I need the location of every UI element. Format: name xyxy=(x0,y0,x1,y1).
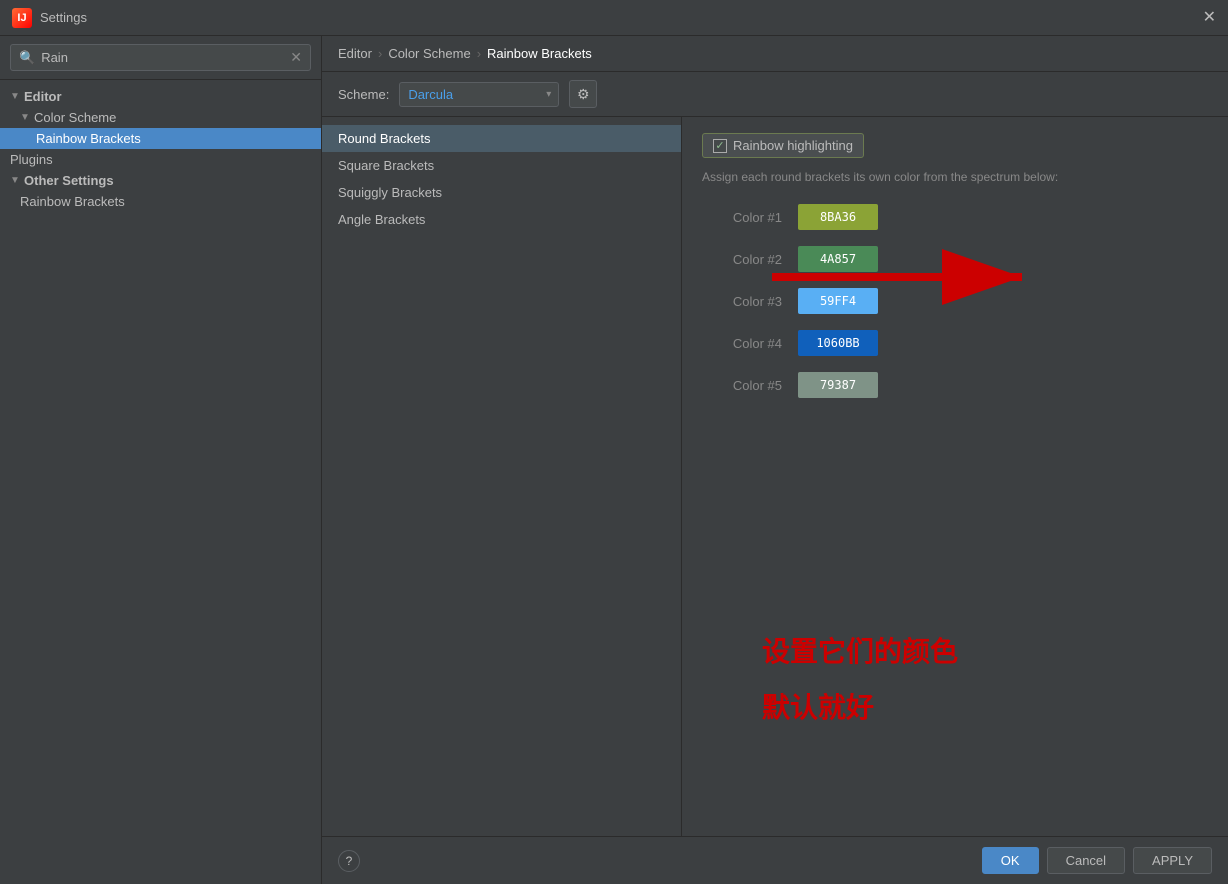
editor-label: Editor xyxy=(24,89,62,104)
color-2-swatch[interactable]: 4A857 xyxy=(798,246,878,272)
right-panel: Editor › Color Scheme › Rainbow Brackets… xyxy=(322,36,1228,884)
help-button[interactable]: ? xyxy=(338,850,360,872)
title-left: IJ Settings xyxy=(12,8,87,28)
bottom-left: ? xyxy=(338,850,360,872)
color-row-3: Color #3 59FF4 xyxy=(702,288,1208,314)
sidebar-item-other-rainbow-brackets[interactable]: Rainbow Brackets xyxy=(0,191,321,212)
sidebar-item-editor[interactable]: ▼ Editor xyxy=(0,86,321,107)
sidebar: 🔍 ✕ ▼ Editor ▼ Color Scheme Rainbow Brac… xyxy=(0,36,322,884)
color-4-label: Color #4 xyxy=(702,336,782,351)
breadcrumb-sep1: › xyxy=(378,46,382,61)
title-bar: IJ Settings ✕ xyxy=(0,0,1228,36)
rainbow-brackets-label: Rainbow Brackets xyxy=(36,131,141,146)
gear-button[interactable]: ⚙ xyxy=(569,80,597,108)
editor-arrow-icon: ▼ xyxy=(10,91,20,102)
other-settings-label: Other Settings xyxy=(24,173,114,188)
search-bar: 🔍 ✕ xyxy=(0,36,321,80)
search-wrapper[interactable]: 🔍 ✕ xyxy=(10,44,311,71)
assign-text: Assign each round brackets its own color… xyxy=(702,170,1208,184)
color-row-5: Color #5 79387 xyxy=(702,372,1208,398)
breadcrumb-color-scheme: Color Scheme xyxy=(388,46,470,61)
bottom-bar: ? OK Cancel APPLY xyxy=(322,836,1228,884)
color-row-2: Color #2 4A857 xyxy=(702,246,1208,272)
sidebar-item-color-scheme[interactable]: ▼ Color Scheme xyxy=(0,107,321,128)
color-scheme-arrow-icon: ▼ xyxy=(20,112,30,123)
color-1-label: Color #1 xyxy=(702,210,782,225)
color-5-swatch[interactable]: 79387 xyxy=(798,372,878,398)
search-icon: 🔍 xyxy=(19,50,35,66)
scheme-label: Scheme: xyxy=(338,87,389,102)
annotation-center: 设置它们的颜色默认就好 xyxy=(762,624,958,736)
bottom-right: OK Cancel APPLY xyxy=(982,847,1212,874)
breadcrumb-rainbow-brackets: Rainbow Brackets xyxy=(487,46,592,61)
search-input[interactable] xyxy=(41,50,284,65)
app-icon: IJ xyxy=(12,8,32,28)
main-content: 🔍 ✕ ▼ Editor ▼ Color Scheme Rainbow Brac… xyxy=(0,36,1228,884)
bracket-item-squiggly[interactable]: Squiggly Brackets xyxy=(322,179,681,206)
scheme-select-wrapper[interactable]: Darcula Default High contrast ▾ xyxy=(399,82,559,107)
breadcrumb-editor: Editor xyxy=(338,46,372,61)
panel-body: Round Brackets Square Brackets Squiggly … xyxy=(322,117,1228,836)
settings-panel: ✓ Rainbow highlighting Assign each round… xyxy=(682,117,1228,836)
close-button[interactable]: ✕ xyxy=(1203,10,1216,26)
sidebar-item-other-settings[interactable]: ▼ Other Settings xyxy=(0,170,321,191)
tree: ▼ Editor ▼ Color Scheme Rainbow Brackets… xyxy=(0,80,321,884)
color-1-swatch[interactable]: 8BA36 xyxy=(798,204,878,230)
cancel-button[interactable]: Cancel xyxy=(1047,847,1125,874)
bracket-item-square[interactable]: Square Brackets xyxy=(322,152,681,179)
sidebar-item-rainbow-brackets[interactable]: Rainbow Brackets xyxy=(0,128,321,149)
color-scheme-label: Color Scheme xyxy=(34,110,116,125)
color-2-label: Color #2 xyxy=(702,252,782,267)
color-rows: Color #1 8BA36 Color #2 4A857 Color #3 5… xyxy=(702,204,1208,398)
rainbow-checkbox-row: ✓ Rainbow highlighting xyxy=(702,133,1208,158)
rainbow-checkbox-label: Rainbow highlighting xyxy=(733,138,853,153)
gear-icon: ⚙ xyxy=(577,86,590,103)
color-row-1: Color #1 8BA36 xyxy=(702,204,1208,230)
scheme-select[interactable]: Darcula Default High contrast xyxy=(399,82,559,107)
color-row-4: Color #4 1060BB xyxy=(702,330,1208,356)
bracket-item-angle[interactable]: Angle Brackets xyxy=(322,206,681,233)
color-4-swatch[interactable]: 1060BB xyxy=(798,330,878,356)
other-rainbow-brackets-label: Rainbow Brackets xyxy=(20,194,125,209)
rainbow-checkbox[interactable]: ✓ xyxy=(713,139,727,153)
breadcrumb-sep2: › xyxy=(477,46,481,61)
window-title: Settings xyxy=(40,10,87,25)
color-5-label: Color #5 xyxy=(702,378,782,393)
breadcrumb: Editor › Color Scheme › Rainbow Brackets xyxy=(322,36,1228,72)
plugins-label: Plugins xyxy=(10,152,53,167)
other-settings-arrow-icon: ▼ xyxy=(10,175,20,186)
rainbow-checkbox-wrapper[interactable]: ✓ Rainbow highlighting xyxy=(702,133,864,158)
ok-button[interactable]: OK xyxy=(982,847,1039,874)
search-clear-icon[interactable]: ✕ xyxy=(290,49,302,66)
scheme-bar: Scheme: Darcula Default High contrast ▾ … xyxy=(322,72,1228,117)
color-3-swatch[interactable]: 59FF4 xyxy=(798,288,878,314)
color-3-label: Color #3 xyxy=(702,294,782,309)
checkbox-check-icon: ✓ xyxy=(715,139,724,152)
sidebar-item-plugins[interactable]: Plugins xyxy=(0,149,321,170)
apply-button[interactable]: APPLY xyxy=(1133,847,1212,874)
bracket-list: Round Brackets Square Brackets Squiggly … xyxy=(322,117,682,836)
bracket-item-round[interactable]: Round Brackets xyxy=(322,125,681,152)
